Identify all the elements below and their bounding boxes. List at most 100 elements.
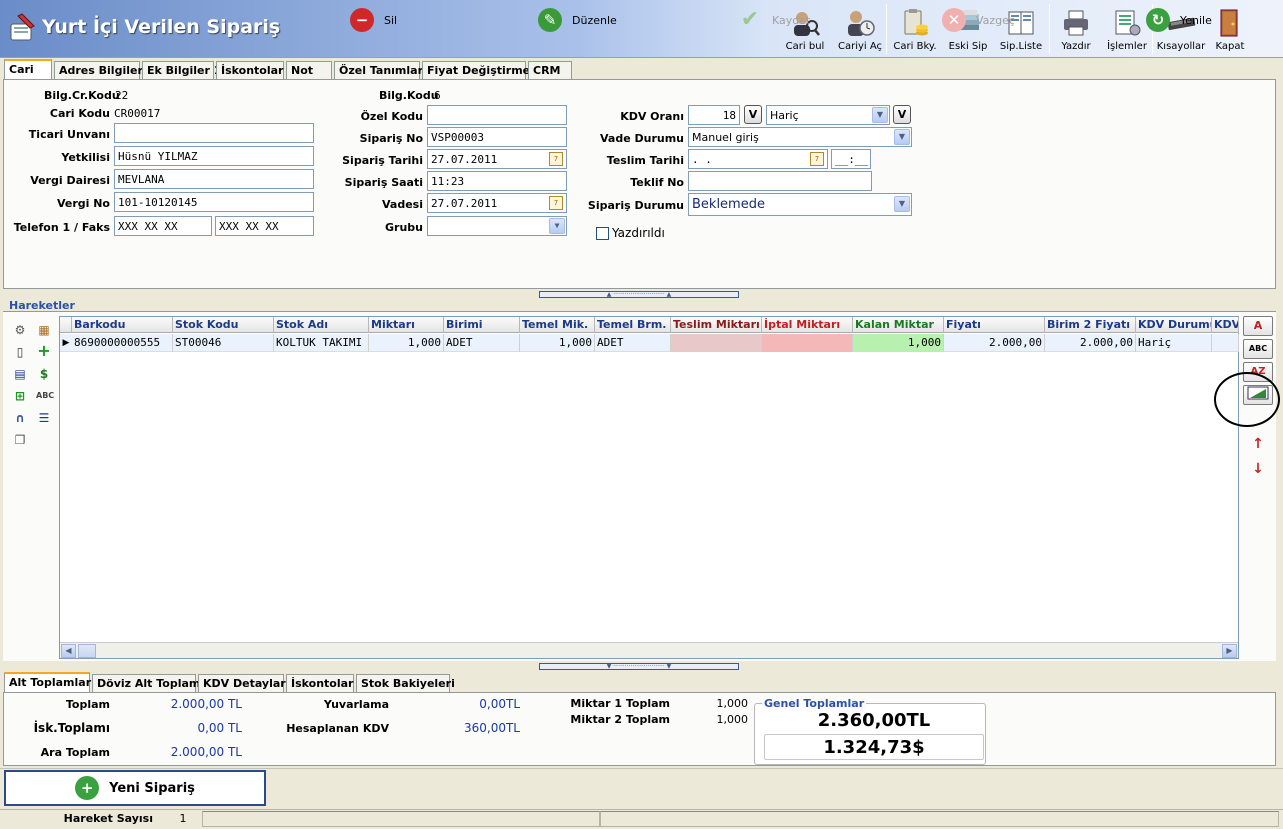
chevron-down-icon[interactable]: ▼ xyxy=(872,107,888,123)
grid-cell[interactable] xyxy=(1212,334,1239,352)
tab-cari[interactable]: Cari xyxy=(4,59,52,79)
tab-fiyat-degistirme[interactable]: Fiyat Değiştirme xyxy=(422,61,530,79)
column-header[interactable]: Temel Brm. xyxy=(595,317,671,333)
column-header[interactable]: Stok Kodu xyxy=(173,317,274,333)
bottom-splitter[interactable]: ▼ ··························· ▼ xyxy=(539,663,739,670)
tab-adres-bilgileri[interactable]: Adres Bilgileri xyxy=(54,61,147,79)
grid-cell[interactable]: Hariç xyxy=(1136,334,1212,352)
siparis-saati-input[interactable]: 11:23 xyxy=(427,171,567,191)
teklif-no-input[interactable] xyxy=(688,171,872,191)
grid-cell[interactable] xyxy=(671,334,762,352)
kdv-haric-v-button[interactable]: V xyxy=(893,105,911,124)
kapat-button[interactable]: Kapat xyxy=(1209,2,1251,56)
column-header[interactable]: Birimi xyxy=(444,317,520,333)
copy-documents-icon[interactable]: ❐ xyxy=(12,432,28,448)
cariyi-ac-button[interactable]: Cariyi Aç xyxy=(834,2,886,56)
column-header[interactable]: KDV xyxy=(1212,317,1239,333)
islemler-button[interactable]: İşlemler xyxy=(1102,2,1152,56)
scroll-right-icon[interactable]: ▶ xyxy=(1222,644,1237,658)
gear-icon[interactable]: ⚙ xyxy=(12,322,28,338)
list-tree-icon[interactable]: ☰ xyxy=(36,410,52,426)
tab-doviz-alt-toplam[interactable]: Döviz Alt Toplam xyxy=(92,674,200,692)
abc-sort-button[interactable]: ABC xyxy=(1243,339,1273,359)
add-icon[interactable]: + xyxy=(36,343,52,359)
tab-stok-bakiyeleri[interactable]: Stok Bakiyeleri xyxy=(356,674,455,692)
sil-button[interactable]: − Sil xyxy=(350,3,397,37)
tab-iskontolar-bottom[interactable]: İskontolar xyxy=(286,674,354,692)
kdv-orani-v-button[interactable]: V xyxy=(744,105,762,124)
teslim-tarihi-input[interactable]: . . 7 xyxy=(688,149,828,169)
tab-kdv-detaylari[interactable]: KDV Detayları xyxy=(198,674,290,692)
ticari-unvani-input[interactable] xyxy=(114,123,314,143)
siparis-durumu-select[interactable]: Beklemede ▼ xyxy=(688,193,912,216)
grid-cell[interactable]: 1,000 xyxy=(520,334,595,352)
column-header[interactable]: Birim 2 Fiyatı xyxy=(1045,317,1136,333)
document-text-icon[interactable]: ▤ xyxy=(12,366,28,382)
column-header[interactable]: Temel Mik. xyxy=(520,317,595,333)
yenile-button[interactable]: ↻ Yenile xyxy=(1146,3,1212,37)
grid-cell[interactable]: ADET xyxy=(444,334,520,352)
grid-cell[interactable]: 8690000000555 xyxy=(72,334,173,352)
column-header[interactable]: Barkodu xyxy=(72,317,173,333)
yetkilisi-input[interactable]: Hüsnü YILMAZ xyxy=(114,146,314,166)
grid-cell[interactable]: 1,000 xyxy=(369,334,444,352)
add-document-icon[interactable]: ⊞ xyxy=(12,388,28,404)
siparis-tarihi-input[interactable]: 27.07.2011 7 xyxy=(427,149,567,169)
tab-alt-toplamlar[interactable]: Alt Toplamlar xyxy=(4,672,91,692)
column-header[interactable]: Miktarı xyxy=(369,317,444,333)
siparis-no-input[interactable]: VSP00003 xyxy=(427,127,567,147)
vadesi-input[interactable]: 27.07.2011 7 xyxy=(427,193,567,213)
font-color-button[interactable]: A xyxy=(1243,316,1273,336)
vazgec-button[interactable]: ✕ Vazgeç xyxy=(942,3,1015,37)
scrollbar-thumb[interactable] xyxy=(78,644,96,658)
kdv-orani-input[interactable]: 18 xyxy=(688,105,740,125)
cari-bakiye-button[interactable]: Cari Bky. xyxy=(887,2,943,56)
ozel-kodu-input[interactable] xyxy=(427,105,567,125)
column-header[interactable]: Stok Adı xyxy=(274,317,369,333)
column-header[interactable]: Kalan Miktar xyxy=(853,317,944,333)
faks-input[interactable]: XXX XX XX xyxy=(215,216,314,236)
column-header[interactable]: Teslim Miktarı xyxy=(671,317,762,333)
calendar-icon[interactable]: 7 xyxy=(549,152,563,166)
tab-not[interactable]: Not xyxy=(286,61,332,79)
kaydet-button[interactable]: ✔ Kaydet xyxy=(738,3,811,37)
binoculars-icon[interactable]: ∩ xyxy=(12,410,28,426)
grubu-select[interactable]: ▼ xyxy=(427,216,567,236)
calendar-icon[interactable]: 7 xyxy=(549,196,563,210)
grid-cell[interactable]: 2.000,00 xyxy=(944,334,1045,352)
yazdirildi-checkbox[interactable] xyxy=(596,227,609,240)
chevron-down-icon[interactable]: ▼ xyxy=(549,218,565,234)
tab-iskontolar[interactable]: İskontolar xyxy=(216,61,284,79)
calendar-icon[interactable]: 7 xyxy=(810,152,824,166)
top-splitter[interactable]: ▲ ··························· ▲ xyxy=(539,291,739,298)
vergi-dairesi-input[interactable]: MEVLANA xyxy=(114,169,314,189)
tab-ozel-tanimlar[interactable]: Özel Tanımlar xyxy=(334,61,423,79)
grid-cell[interactable]: KOLTUK TAKIMI xyxy=(274,334,369,352)
chevron-down-icon[interactable]: ▼ xyxy=(894,196,910,212)
column-header[interactable]: KDV Durumu xyxy=(1136,317,1212,333)
grid-cell[interactable]: ST00046 xyxy=(173,334,274,352)
chevron-down-icon[interactable]: ▼ xyxy=(894,129,910,145)
duzenle-button[interactable]: ✎ Düzenle xyxy=(538,3,617,37)
grid-cell[interactable]: 1,000 xyxy=(853,334,944,352)
yeni-siparis-button[interactable]: + Yeni Sipariş xyxy=(4,770,266,806)
vade-durumu-select[interactable]: Manuel giriş ▼ xyxy=(688,127,912,147)
column-header[interactable]: Fiyatı xyxy=(944,317,1045,333)
row-selector-icon[interactable]: ▶ xyxy=(60,334,72,352)
abc-sort-icon[interactable]: ABC xyxy=(36,388,54,404)
arrow-down-icon[interactable]: ↓ xyxy=(1250,461,1266,477)
new-document-icon[interactable]: ▯ xyxy=(12,344,28,360)
boxes-icon[interactable]: ▦ xyxy=(36,322,52,338)
grid-cell[interactable] xyxy=(762,334,853,352)
grid-cell[interactable]: 2.000,00 xyxy=(1045,334,1136,352)
teslim-saati-input[interactable]: __:__ xyxy=(831,149,871,169)
telefon1-input[interactable]: XXX XX XX xyxy=(114,216,212,236)
table-row[interactable]: ▶ 8690000000555 ST00046 KOLTUK TAKIMI 1,… xyxy=(60,334,1239,352)
scroll-left-icon[interactable]: ◀ xyxy=(61,644,76,658)
horizontal-scrollbar[interactable]: ◀ ▶ xyxy=(60,642,1238,658)
column-header[interactable]: İptal Miktarı xyxy=(762,317,853,333)
hareketler-grid[interactable]: Barkodu Stok Kodu Stok Adı Miktarı Birim… xyxy=(59,316,1239,659)
yazdir-button[interactable]: Yazdır xyxy=(1050,2,1102,56)
kdv-haric-select[interactable]: Hariç ▼ xyxy=(766,105,890,125)
vergi-no-input[interactable]: 101-10120145 xyxy=(114,192,314,212)
